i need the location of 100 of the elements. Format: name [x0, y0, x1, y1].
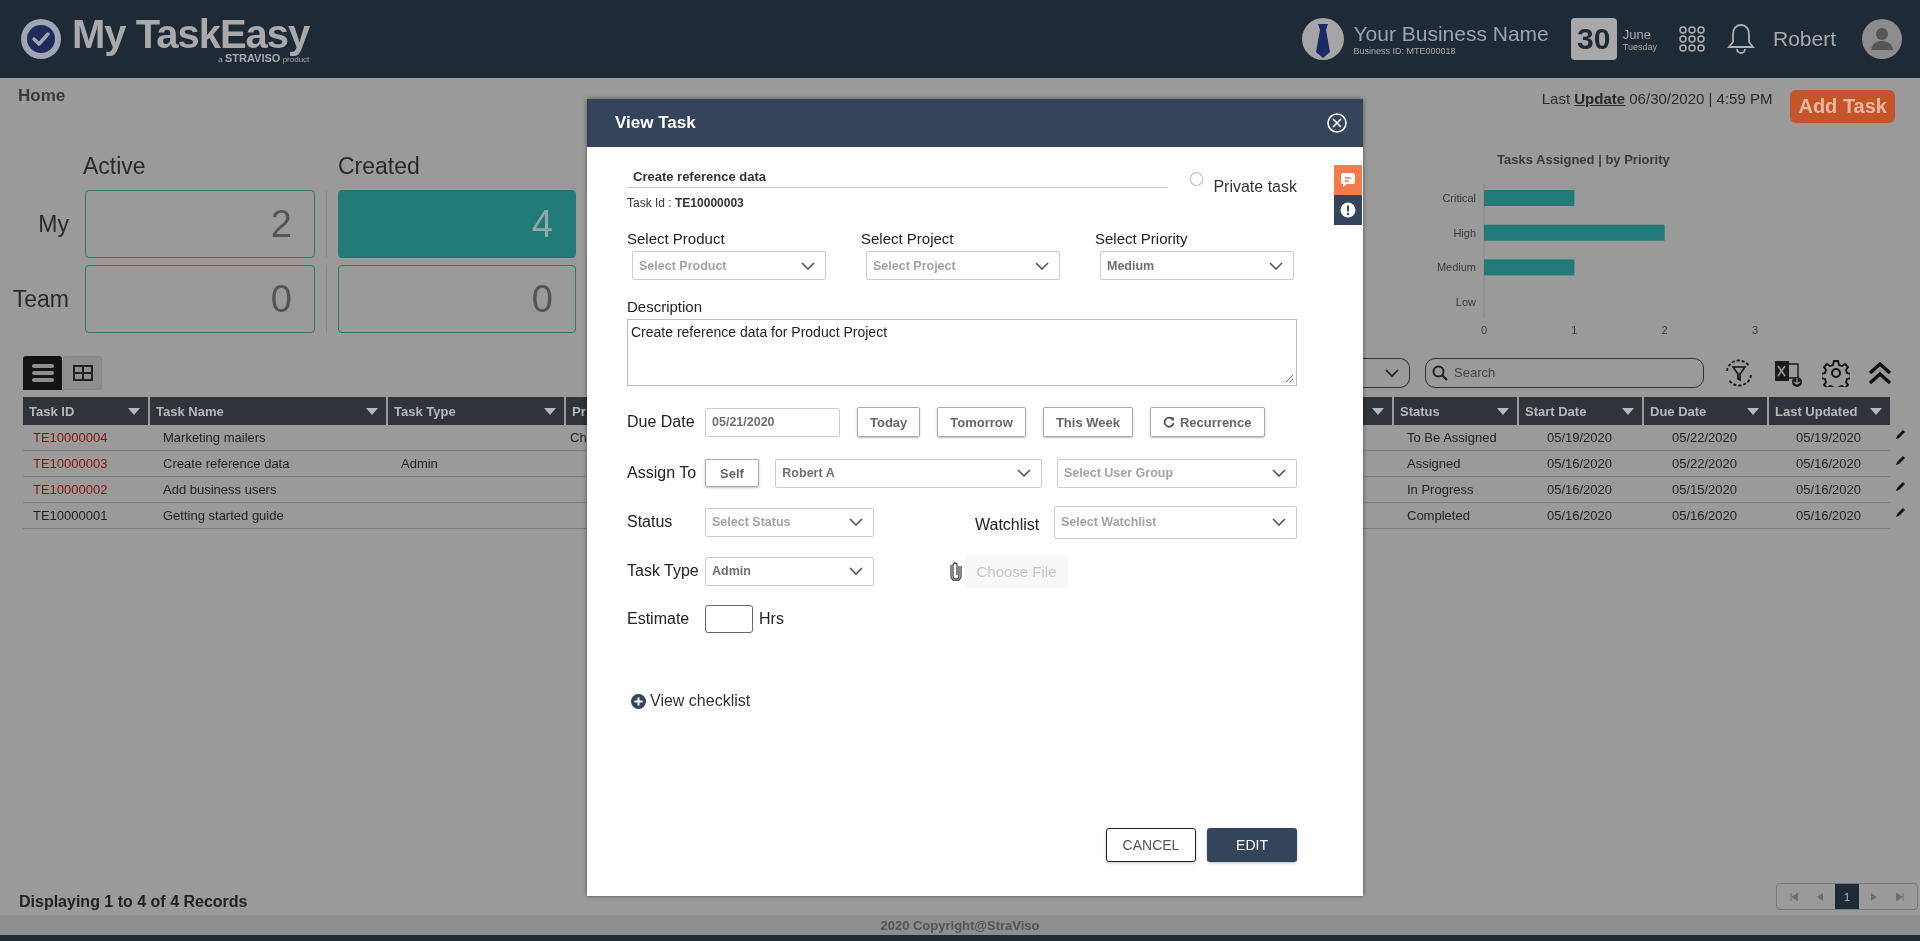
- table-cell-text: Marketing mailers: [162, 430, 266, 445]
- chevron-down-icon: [1269, 261, 1283, 270]
- search-icon: [1432, 364, 1448, 381]
- table-cell: 05/16/2020: [1546, 482, 1613, 497]
- view-checklist-link[interactable]: View checklist: [631, 692, 751, 710]
- apps-grid-icon[interactable]: [1678, 26, 1705, 52]
- pencil-icon[interactable]: [1894, 429, 1906, 440]
- date-field[interactable]: 05/21/2020: [705, 407, 840, 437]
- pencil-icon[interactable]: [1894, 507, 1906, 518]
- business-name: Your Business Name: [1353, 22, 1549, 46]
- page-button[interactable]: 1: [1835, 884, 1859, 909]
- avatar-icon[interactable]: [1862, 19, 1902, 59]
- table-cell-text: Create reference data: [162, 456, 290, 471]
- copyright-text: 2020 Copyright@StraViso: [880, 917, 1040, 933]
- axis-label: 0: [1480, 324, 1488, 336]
- axis-label: 3: [1751, 324, 1759, 336]
- list-icon: [31, 362, 54, 383]
- pencil-icon[interactable]: [1894, 481, 1906, 492]
- table-cell-text: Assigned: [1406, 456, 1461, 471]
- dialog-title: View Task: [615, 113, 696, 133]
- caret-icon: [544, 407, 556, 415]
- chevron-down-icon: [801, 261, 815, 270]
- table-cell-text: Getting started guide: [162, 508, 284, 523]
- chevron-down-icon: [1035, 261, 1049, 270]
- axis-label: Medium: [1436, 261, 1476, 274]
- resize-grip-icon[interactable]: [1285, 374, 1294, 383]
- pencil-icon[interactable]: [1894, 455, 1906, 466]
- column-header[interactable]: Last Updated: [1767, 397, 1890, 425]
- select-field[interactable]: Medium: [1100, 251, 1294, 280]
- caret-icon: [1870, 407, 1882, 415]
- axis-label: 2: [1661, 324, 1668, 336]
- field-label: Task Type: [627, 562, 700, 580]
- column-header[interactable]: Task ID: [23, 397, 148, 425]
- table-cell-text: Ch: [569, 430, 587, 445]
- description-field[interactable]: Create reference data for Product Project: [627, 319, 1297, 386]
- select-field[interactable]: Robert A: [775, 458, 1043, 488]
- weekday-label: Tuesday: [1622, 41, 1657, 52]
- month-label: June: [1622, 26, 1652, 42]
- caret-icon: [128, 407, 140, 415]
- radio-label: Private task: [1213, 178, 1297, 196]
- grid-icon: [72, 364, 93, 381]
- search-field[interactable]: Search: [1425, 357, 1704, 388]
- date-shortcut-button[interactable]: Tomorrow: [937, 407, 1026, 437]
- column-header[interactable]: Due Date: [1642, 397, 1767, 425]
- column-header[interactable]: Start Date: [1517, 397, 1642, 425]
- close-button[interactable]: [1327, 113, 1347, 133]
- settings-icon[interactable]: [1822, 358, 1850, 387]
- chart-title: Tasks Assigned | by Priority: [1497, 152, 1670, 167]
- field-label: Description: [627, 298, 704, 315]
- field-label: Watchlist: [975, 516, 1041, 534]
- select-field[interactable]: Admin: [705, 556, 874, 586]
- axis-label: 1: [1571, 324, 1578, 336]
- task-name-field[interactable]: Create reference data: [627, 169, 1168, 188]
- axis-label: Low: [1455, 296, 1476, 309]
- caret-icon: [1372, 407, 1384, 415]
- logo-name: My TaskEasy: [72, 14, 310, 54]
- date-shortcut-button[interactable]: Today: [857, 407, 921, 437]
- task-id-cell[interactable]: TE10000001: [23, 508, 108, 523]
- task-id-cell[interactable]: TE10000004: [23, 430, 108, 445]
- column-header[interactable]: Status: [1392, 397, 1517, 425]
- task-id-cell[interactable]: TE10000002: [23, 482, 108, 497]
- table-cell-text: Add business users: [162, 482, 277, 497]
- chat-bubble-icon: [1340, 172, 1356, 188]
- chevron-down-icon: [1385, 368, 1399, 377]
- date-shortcut-button[interactable]: This Week: [1042, 407, 1133, 437]
- field-label: Due Date: [627, 413, 696, 431]
- info-button[interactable]: [1334, 195, 1362, 225]
- table-cell: 05/22/2020: [1671, 456, 1738, 471]
- axis-label: High: [1453, 226, 1476, 239]
- business-id: Business ID: MTE000018: [1353, 46, 1457, 56]
- column-label: Active: [82, 153, 147, 181]
- paperclip-icon: [950, 561, 963, 581]
- column-header[interactable]: Task Name: [148, 397, 386, 425]
- self-button[interactable]: Self: [705, 459, 759, 487]
- table-cell-text: To Be Assigned: [1406, 430, 1497, 445]
- table-cell-text: Admin: [400, 456, 438, 471]
- recurrence-button[interactable]: Recurrence: [1150, 407, 1265, 437]
- edit-button[interactable]: EDIT: [1207, 828, 1297, 862]
- update-link[interactable]: Update: [1574, 90, 1626, 107]
- caret-icon: [366, 407, 378, 415]
- table-cell: 05/22/2020: [1671, 430, 1738, 445]
- column-header[interactable]: Task Type: [386, 397, 564, 425]
- tie-icon: [1301, 17, 1346, 61]
- chevron-down-icon: [849, 518, 863, 526]
- bell-icon[interactable]: [1726, 23, 1755, 55]
- grid-view-button[interactable]: [63, 355, 102, 390]
- collapse-icon[interactable]: [1868, 359, 1892, 386]
- cancel-button[interactable]: CANCEL: [1106, 828, 1196, 862]
- check-circle-icon: [20, 18, 62, 60]
- list-view-button[interactable]: [23, 355, 62, 390]
- row-label: My: [37, 210, 70, 238]
- field-label: Estimate: [627, 610, 691, 628]
- refresh-icon: [1163, 416, 1175, 428]
- chevron-down-icon: [1272, 469, 1286, 477]
- caret-icon: [1622, 407, 1634, 415]
- breadcrumb: Home: [18, 86, 66, 106]
- exclamation-icon: [1340, 202, 1356, 218]
- table-cell: 05/19/2020: [1546, 430, 1613, 445]
- task-id-cell[interactable]: TE10000003: [23, 456, 108, 471]
- estimate-field[interactable]: [705, 605, 753, 633]
